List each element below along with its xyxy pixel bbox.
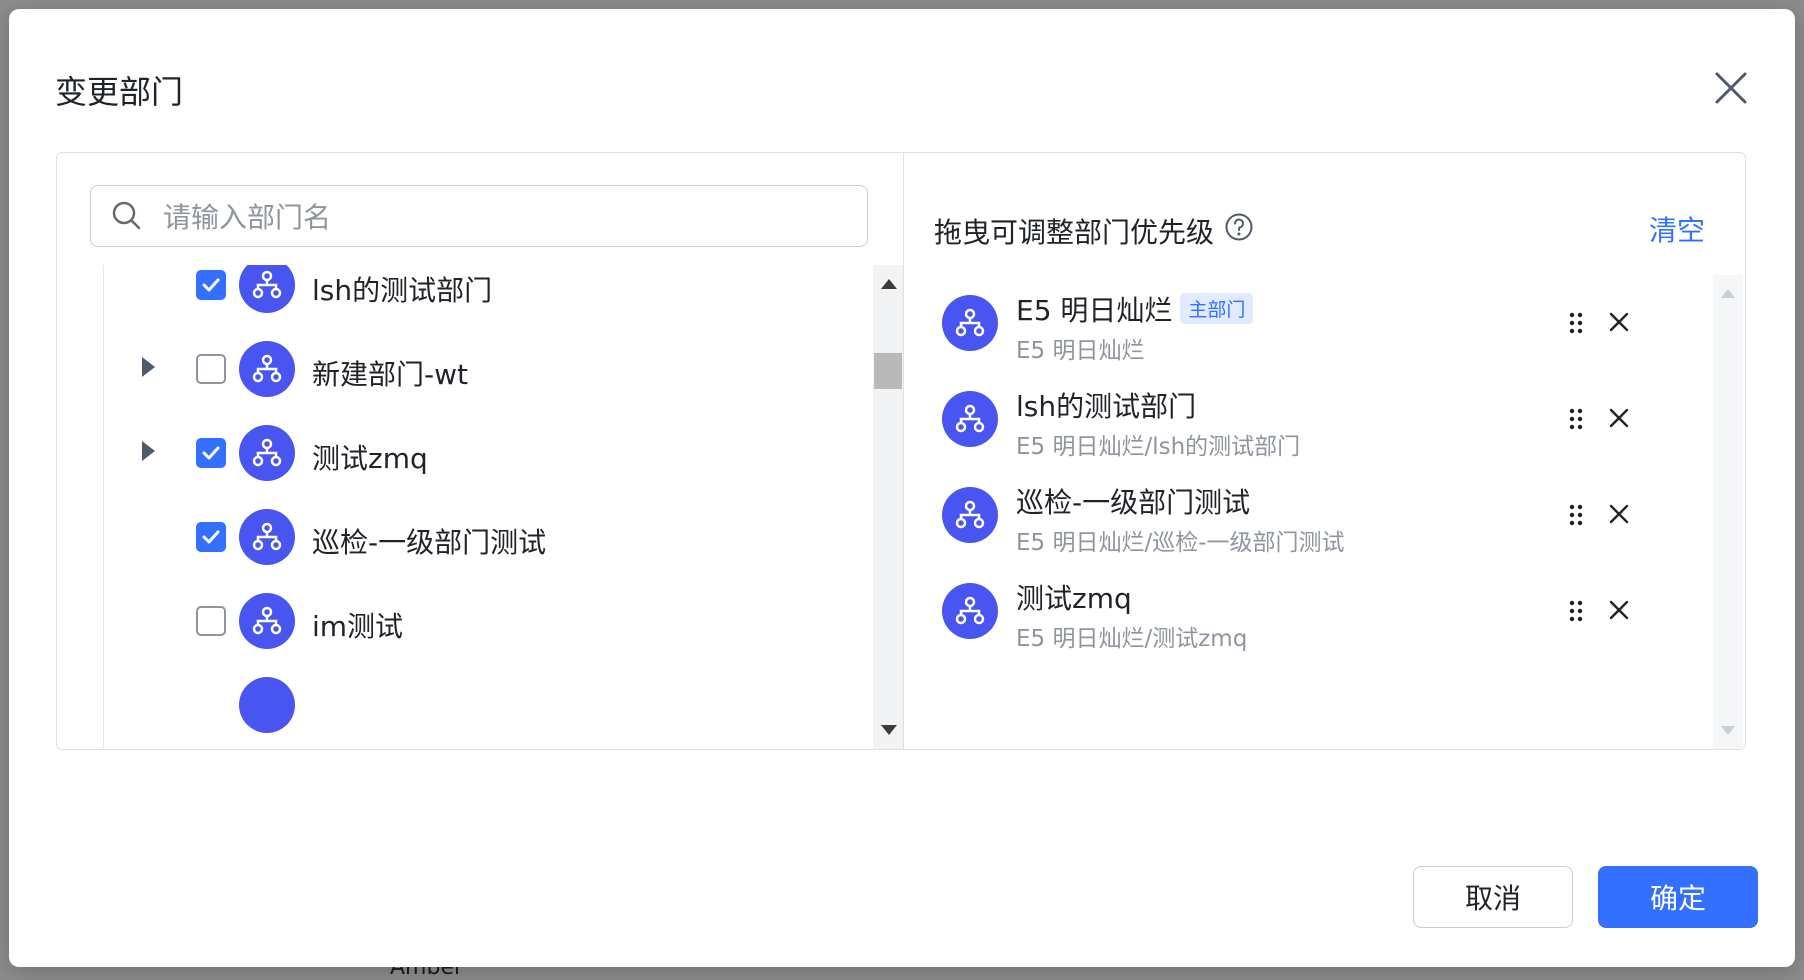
department-tree-pane: lsh的测试部门 新建部门-wt	[57, 153, 904, 749]
scroll-up-arrow-icon[interactable]	[1721, 289, 1735, 298]
expand-arrow-icon[interactable]	[142, 441, 155, 461]
drag-handle-icon[interactable]	[1568, 599, 1584, 623]
selected-item-name: lsh的测试部门	[1016, 390, 1197, 423]
tree-row[interactable]: 测试zmq	[104, 421, 844, 485]
selected-pane-title: 拖曳可调整部门优先级	[934, 216, 1215, 249]
close-button[interactable]	[1709, 66, 1753, 110]
tree-item-label: 测试zmq	[312, 442, 428, 475]
drag-handle-icon[interactable]	[1568, 311, 1584, 335]
department-icon	[239, 341, 295, 397]
remove-icon[interactable]	[1606, 309, 1632, 335]
department-icon	[942, 583, 998, 639]
search-input[interactable]	[161, 196, 845, 238]
remove-icon[interactable]	[1606, 501, 1632, 527]
check-icon	[202, 530, 220, 544]
check-icon	[202, 278, 220, 292]
change-department-dialog: 变更部门 请输入部门名 lsh的测试部门 新建部门-wt 测试zmq 巡检-一级…	[9, 9, 1795, 967]
tree-item-label: 新建部门-wt	[312, 358, 468, 391]
expand-arrow-icon[interactable]	[142, 357, 155, 377]
tree-row[interactable]: im测试	[104, 589, 844, 653]
cancel-button[interactable]: 取消	[1413, 866, 1573, 928]
checkbox-checked[interactable]	[196, 270, 226, 300]
department-tree: lsh的测试部门 新建部门-wt 测试zmq 巡检-一级部门测试 im测试	[103, 265, 850, 749]
selected-item-path: E5 明日灿烂	[1016, 338, 1145, 364]
selected-item-path: E5 明日灿烂/测试zmq	[1016, 626, 1248, 652]
selected-list-scrollbar[interactable]	[1713, 275, 1743, 749]
checkbox-unchecked[interactable]	[196, 606, 226, 636]
department-icon	[942, 295, 998, 351]
remove-icon[interactable]	[1606, 405, 1632, 431]
department-icon	[239, 425, 295, 481]
department-icon	[942, 487, 998, 543]
close-icon	[1715, 72, 1747, 104]
scroll-thumb[interactable]	[874, 353, 902, 389]
department-icon	[239, 509, 295, 565]
selected-item[interactable]: 测试zmq E5 明日灿烂/测试zmq	[934, 563, 1684, 653]
search-icon	[112, 201, 141, 230]
selected-item[interactable]: E5 明日灿烂 主部门 E5 明日灿烂	[934, 275, 1684, 365]
department-icon	[239, 265, 295, 313]
help-icon[interactable]	[1224, 212, 1254, 242]
drag-handle-icon[interactable]	[1568, 407, 1584, 431]
drag-handle-icon[interactable]	[1568, 503, 1584, 527]
tree-row[interactable]: 巡检-一级部门测试	[104, 505, 844, 569]
selected-item-name: 测试zmq	[1016, 582, 1132, 615]
department-icon	[942, 391, 998, 447]
tree-scrollbar[interactable]	[873, 265, 903, 749]
selected-item-name-text: E5 明日灿烂	[1016, 294, 1173, 327]
search-box[interactable]	[90, 185, 868, 247]
selected-item-path: E5 明日灿烂/lsh的测试部门	[1016, 434, 1301, 460]
selected-departments-pane: 拖曳可调整部门优先级 清空 E5 明日灿烂 主部门 E5 明日灿烂 lsh的测试…	[904, 153, 1745, 749]
tree-row-partial[interactable]	[104, 673, 844, 737]
department-icon	[239, 677, 295, 733]
scroll-down-arrow-icon[interactable]	[1721, 726, 1735, 735]
selected-item-path: E5 明日灿烂/巡检-一级部门测试	[1016, 530, 1345, 556]
department-icon	[239, 593, 295, 649]
checkbox-checked[interactable]	[196, 522, 226, 552]
checkbox-checked[interactable]	[196, 438, 226, 468]
remove-icon[interactable]	[1606, 597, 1632, 623]
confirm-button[interactable]: 确定	[1598, 866, 1758, 928]
scroll-down-arrow-icon[interactable]	[881, 725, 897, 735]
selected-item[interactable]: lsh的测试部门 E5 明日灿烂/lsh的测试部门	[934, 371, 1684, 461]
dialog-title: 变更部门	[55, 73, 184, 111]
tree-item-label: lsh的测试部门	[312, 274, 493, 307]
selected-item-name: 巡检-一级部门测试	[1016, 486, 1251, 519]
selected-department-list: E5 明日灿烂 主部门 E5 明日灿烂 lsh的测试部门 E5 明日灿烂/lsh的…	[934, 275, 1684, 749]
department-picker-panel: lsh的测试部门 新建部门-wt	[56, 152, 1746, 750]
clear-all-link[interactable]: 清空	[1649, 209, 1705, 249]
tree-item-label: 巡检-一级部门测试	[312, 526, 547, 559]
primary-department-badge: 主部门	[1180, 293, 1254, 324]
selected-item[interactable]: 巡检-一级部门测试 E5 明日灿烂/巡检-一级部门测试	[934, 467, 1684, 557]
tree-row[interactable]: 新建部门-wt	[104, 337, 844, 401]
scroll-up-arrow-icon[interactable]	[881, 279, 897, 289]
selected-item-name: E5 明日灿烂 主部门	[1016, 289, 1254, 329]
tree-item-label: im测试	[312, 610, 404, 643]
checkbox-unchecked[interactable]	[196, 354, 226, 384]
check-icon	[202, 446, 220, 460]
tree-row[interactable]: lsh的测试部门	[104, 265, 844, 317]
